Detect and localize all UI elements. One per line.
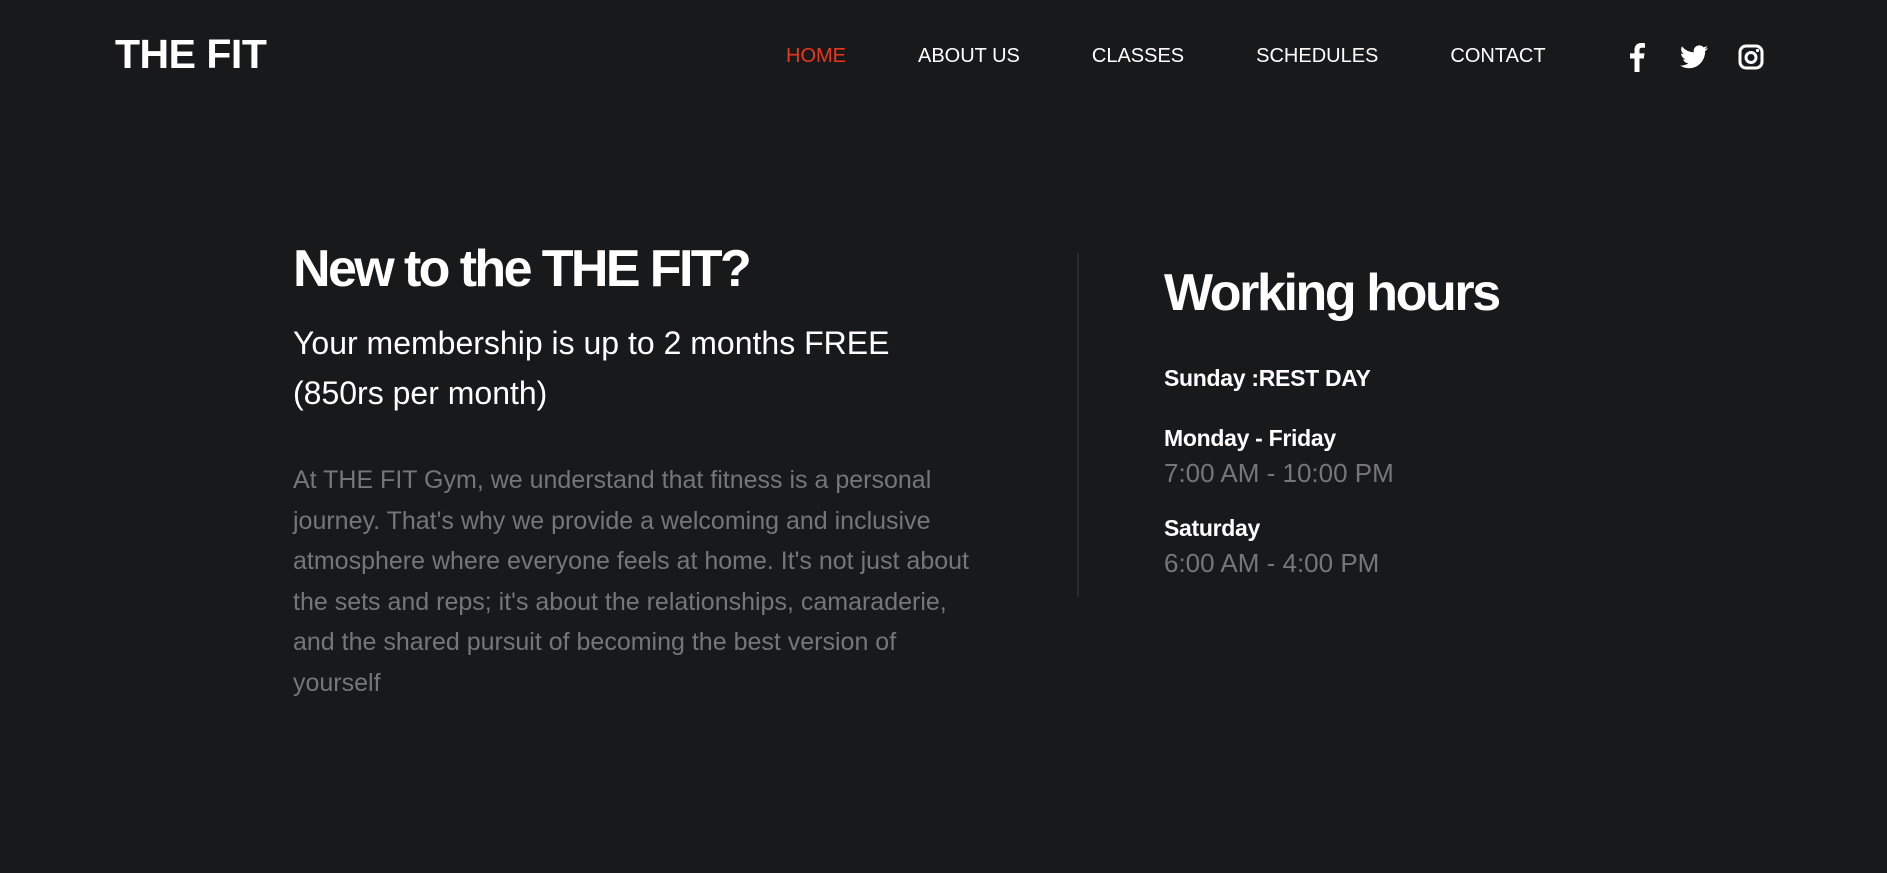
nav-item-classes[interactable]: CLASSES <box>1092 44 1184 68</box>
site-header: THE FIT HOME ABOUT US CLASSES SCHEDULES … <box>0 0 1887 112</box>
column-divider <box>1077 253 1079 597</box>
working-hours-section: Working hours Sunday :REST DAY Monday - … <box>1164 262 1684 602</box>
working-hours-title: Working hours <box>1164 264 1501 322</box>
intro-section: New to the THE FIT? Your membership is u… <box>293 238 983 703</box>
intro-title: New to the THE FIT? <box>293 240 752 298</box>
main-nav: HOME ABOUT US CLASSES SCHEDULES CONTACT <box>786 44 1546 68</box>
nav-item-home[interactable]: HOME <box>786 44 846 68</box>
nav-item-contact[interactable]: CONTACT <box>1450 44 1545 68</box>
intro-description: At THE FIT Gym, we understand that fitne… <box>293 466 969 697</box>
social-links <box>1622 42 1766 72</box>
page: THE FIT HOME ABOUT US CLASSES SCHEDULES … <box>0 0 1887 873</box>
hours-entry-saturday: Saturday 6:00 AM - 4:00 PM <box>1164 512 1684 582</box>
hours-day: Monday - Friday <box>1164 425 1336 451</box>
working-hours-list: Sunday :REST DAY Monday - Friday 7:00 AM… <box>1164 362 1684 582</box>
facebook-icon[interactable] <box>1622 42 1652 72</box>
hours-entry-weekdays: Monday - Friday 7:00 AM - 10:00 PM <box>1164 422 1684 492</box>
twitter-icon[interactable] <box>1679 42 1709 72</box>
nav-item-schedules[interactable]: SCHEDULES <box>1256 44 1378 68</box>
site-logo[interactable]: THE FIT <box>115 30 267 78</box>
hours-time: 7:00 AM - 10:00 PM <box>1164 458 1394 488</box>
hours-entry-sunday: Sunday :REST DAY <box>1164 362 1684 394</box>
nav-item-about-us[interactable]: ABOUT US <box>918 44 1020 68</box>
hours-time: 6:00 AM - 4:00 PM <box>1164 548 1380 578</box>
instagram-icon[interactable] <box>1736 42 1766 72</box>
hours-day: Saturday <box>1164 515 1261 541</box>
membership-offer: Your membership is up to 2 months FREE (… <box>293 325 890 411</box>
hours-day: Sunday :REST DAY <box>1164 365 1371 391</box>
